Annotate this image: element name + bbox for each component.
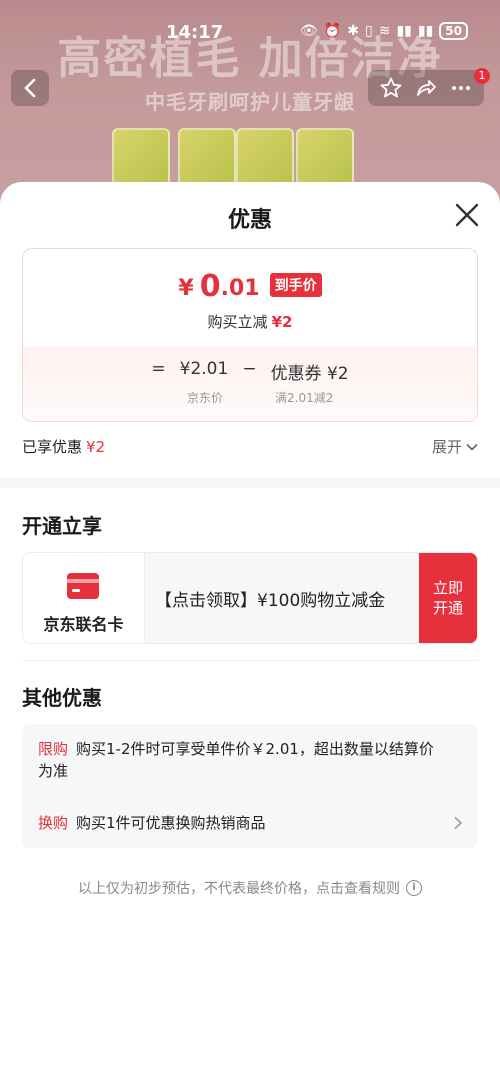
reduce-amount: ¥2 bbox=[271, 313, 293, 331]
eye-icon: 👁 bbox=[300, 23, 318, 39]
enjoyed-label: 已享优惠 bbox=[22, 438, 83, 456]
chevron-left-icon bbox=[24, 78, 36, 98]
chevron-down-icon bbox=[466, 443, 478, 451]
price-decimal: .01 bbox=[220, 276, 260, 301]
alarm-icon: ⏰ bbox=[323, 23, 342, 39]
signal-icon: ▮▮ bbox=[417, 23, 434, 39]
sheet-title: 优惠 bbox=[227, 208, 272, 233]
card-brand: 京东联名卡 bbox=[23, 553, 145, 643]
card-offer-text: 【点击领取】¥100购物立减金 bbox=[155, 590, 386, 611]
price-integer: 0 bbox=[199, 269, 221, 304]
expand-label: 展开 bbox=[431, 438, 462, 456]
co-brand-card-offer[interactable]: 京东联名卡 【点击领取】¥100购物立减金 立即 开通 bbox=[22, 552, 478, 644]
signal-icon: ▮▮ bbox=[396, 23, 412, 39]
coupon-caption: 满2.01减2 bbox=[275, 391, 334, 405]
open-section-title: 开通立享 bbox=[22, 514, 102, 538]
price-card: ¥ 0 .01 到手价 购买立减 ¥2 = ¥2.01 − 优惠券 ¥2 京东价 … bbox=[22, 248, 478, 422]
back-button[interactable] bbox=[11, 70, 49, 106]
reduce-line: 购买立减 ¥2 bbox=[23, 311, 477, 332]
open-now-button[interactable]: 立即 开通 bbox=[419, 553, 477, 643]
star-icon[interactable] bbox=[379, 76, 403, 100]
final-price-tag: 到手价 bbox=[269, 273, 322, 297]
price-formula-area: = ¥2.01 − 优惠券 ¥2 京东价 满2.01减2 bbox=[23, 347, 477, 421]
limit-purchase-text: 购买1-2件时可享受单件价￥2.01，超出数量以结算价为准 bbox=[38, 740, 434, 780]
enjoyed-discount-row: 已享优惠 ¥2 展开 bbox=[22, 436, 478, 458]
status-bar: 14:17 👁 ⏰ ✱ ▯ ≋ ▮▮ ▮▮ 50 bbox=[0, 0, 500, 66]
discount-sheet: 优惠 ¥ 0 .01 到手价 购买立减 ¥2 = ¥2.01 − 优惠券 ¥2 京… bbox=[0, 182, 500, 1085]
other-discounts-list: 限购 购买1-2件时可享受单件价￥2.01，超出数量以结算价为准 换购 购买1件可优… bbox=[22, 724, 478, 848]
price-currency: ¥ bbox=[178, 276, 194, 301]
rules-note-text: 以上仅为初步预估，不代表最终价格，点击查看规则 bbox=[78, 881, 400, 897]
formula-base-price: ¥2.01 bbox=[179, 359, 229, 379]
vibrate-icon: ▯ bbox=[365, 23, 373, 39]
info-icon: i bbox=[406, 880, 422, 896]
base-price-caption: 京东价 bbox=[187, 391, 224, 405]
exchange-purchase-item[interactable]: 换购 购买1件可优惠换购热销商品 bbox=[38, 812, 458, 834]
product-image bbox=[112, 128, 170, 186]
section-divider bbox=[0, 478, 500, 488]
exchange-purchase-text: 购买1件可优惠换购热销商品 bbox=[76, 814, 266, 832]
product-image bbox=[178, 128, 236, 186]
open-now-label: 立即 开通 bbox=[432, 579, 463, 617]
product-image bbox=[296, 128, 354, 186]
limit-purchase-item: 限购 购买1-2件时可享受单件价￥2.01，超出数量以结算价为准 bbox=[38, 738, 448, 782]
formula-minus: − bbox=[242, 359, 257, 379]
product-image bbox=[236, 128, 294, 186]
status-time: 14:17 bbox=[166, 22, 224, 43]
price-formula: = ¥2.01 − 优惠券 ¥2 bbox=[23, 359, 477, 384]
other-section-title: 其他优惠 bbox=[22, 686, 102, 710]
wifi-icon: ≋ bbox=[378, 23, 391, 39]
card-name: 京东联名卡 bbox=[43, 615, 124, 634]
divider bbox=[22, 660, 478, 661]
notification-badge: 1 bbox=[474, 68, 490, 84]
close-icon[interactable] bbox=[454, 202, 480, 228]
formula-coupon: 优惠券 ¥2 bbox=[270, 364, 349, 384]
expand-button[interactable]: 展开 bbox=[432, 436, 478, 457]
limit-purchase-tag: 限购 bbox=[38, 740, 69, 758]
share-icon[interactable] bbox=[414, 76, 438, 100]
enjoyed-amount: ¥2 bbox=[86, 438, 106, 456]
bluetooth-icon: ✱ bbox=[347, 23, 359, 39]
formula-equals: = bbox=[151, 359, 166, 379]
status-icons: 👁 ⏰ ✱ ▯ ≋ ▮▮ ▮▮ 50 bbox=[300, 22, 468, 40]
final-price: ¥ 0 .01 到手价 bbox=[23, 271, 477, 303]
reduce-label: 购买立减 bbox=[207, 313, 268, 331]
exchange-purchase-tag: 换购 bbox=[38, 814, 69, 832]
battery-icon: 50 bbox=[439, 22, 468, 40]
final-price-area: ¥ 0 .01 到手价 购买立减 ¥2 bbox=[23, 249, 477, 347]
rules-note[interactable]: 以上仅为初步预估，不代表最终价格，点击查看规则 i bbox=[0, 878, 500, 898]
credit-card-icon bbox=[67, 573, 99, 599]
chevron-right-icon[interactable] bbox=[452, 816, 464, 830]
nav-actions bbox=[368, 70, 484, 106]
more-icon[interactable] bbox=[449, 76, 473, 100]
